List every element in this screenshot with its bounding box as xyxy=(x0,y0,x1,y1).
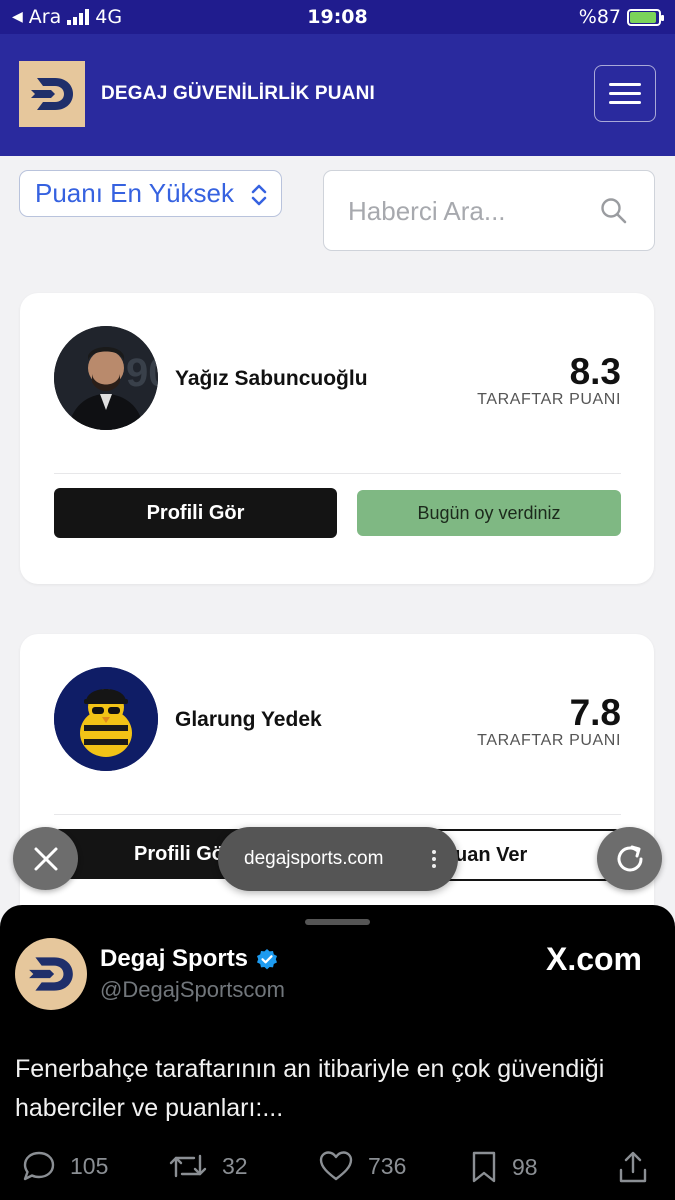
reporter-name[interactable]: Glarung Yedek xyxy=(175,708,322,732)
svg-text:90: 90 xyxy=(126,351,158,395)
repost-icon xyxy=(169,1154,207,1178)
chevron-updown-icon xyxy=(251,184,267,206)
reply-count: 105 xyxy=(70,1152,109,1179)
more-options-icon[interactable] xyxy=(432,850,436,868)
view-profile-button[interactable]: Profili Gör xyxy=(54,488,337,538)
verified-badge-icon xyxy=(257,949,277,970)
tweet-text[interactable]: Fenerbahçe taraftarının an itibariyle en… xyxy=(15,1050,655,1128)
share-button[interactable] xyxy=(618,1150,648,1184)
search-icon[interactable] xyxy=(600,197,628,225)
reporter-avatar[interactable]: 90 xyxy=(54,326,158,430)
like-count: 736 xyxy=(368,1152,407,1179)
sort-select-value: Puanı En Yüksek xyxy=(35,178,234,208)
view-profile-label: Profili Gö xyxy=(134,842,224,865)
sheet-handle[interactable] xyxy=(305,919,370,925)
hamburger-menu-button[interactable] xyxy=(594,65,656,122)
status-right: %87 xyxy=(578,6,664,28)
reporter-name[interactable]: Yağız Sabuncuoğlu xyxy=(175,367,368,391)
tweet-card: Degaj Sports @DegajSportscom X.com Fener… xyxy=(0,905,675,1200)
site-header: DEGAJ GÜVENİLİRLİK PUANI xyxy=(0,34,675,156)
address-bar[interactable]: degajsports.com xyxy=(218,827,458,891)
url-text: degajsports.com xyxy=(244,848,384,869)
score-label: TARAFTAR PUANI xyxy=(477,391,621,408)
repost-button[interactable]: 32 xyxy=(168,1150,248,1182)
x-com-logo[interactable]: X.com xyxy=(546,941,642,978)
hamburger-icon xyxy=(609,83,641,86)
degaj-logo[interactable] xyxy=(19,61,85,127)
score-label: TARAFTAR PUANI xyxy=(477,732,621,749)
reporter-score: 7.8 xyxy=(569,692,621,733)
status-bar: ◀ Ara 4G 19:08 %87 xyxy=(0,0,675,34)
like-button[interactable]: 736 xyxy=(318,1150,406,1182)
reload-icon xyxy=(617,845,642,871)
reporter-card: 90 Yağız Sabuncuoğlu 8.3 TARAFTAR PUANI … xyxy=(20,293,654,584)
voted-today-status: Bugün oy verdiniz xyxy=(357,490,621,536)
share-icon xyxy=(619,1151,647,1183)
clock: 19:08 xyxy=(307,6,368,28)
repost-count: 32 xyxy=(222,1152,248,1179)
give-score-label: uan Ver xyxy=(455,843,528,866)
reply-button[interactable]: 105 xyxy=(22,1150,108,1182)
reporter-avatar[interactable] xyxy=(54,667,158,771)
bookmark-count: 98 xyxy=(512,1153,538,1180)
bookmark-button[interactable]: 98 xyxy=(470,1150,538,1184)
card-divider xyxy=(54,473,621,474)
battery-percent: %87 xyxy=(578,6,621,28)
heart-icon xyxy=(319,1151,353,1181)
tweet-actions: 105 32 736 98 xyxy=(0,1150,675,1190)
reporter-score: 8.3 xyxy=(569,351,621,392)
close-tab-button[interactable] xyxy=(13,827,78,890)
give-score-button[interactable]: uan Ver xyxy=(437,829,621,881)
tweet-author-avatar[interactable] xyxy=(15,938,87,1010)
reply-icon xyxy=(23,1151,55,1181)
site-title[interactable]: DEGAJ GÜVENİLİRLİK PUANI xyxy=(101,83,375,105)
close-icon xyxy=(34,847,57,870)
search-box xyxy=(323,170,655,251)
tweet-author-handle[interactable]: @DegajSportscom xyxy=(100,977,285,1003)
search-input[interactable] xyxy=(348,191,588,231)
battery-icon xyxy=(627,8,664,26)
card-divider xyxy=(54,814,621,815)
sort-select[interactable]: Puanı En Yüksek xyxy=(19,170,282,217)
bookmark-icon xyxy=(472,1151,496,1183)
reload-button[interactable] xyxy=(597,827,662,890)
tweet-author-name[interactable]: Degaj Sports xyxy=(100,945,248,973)
